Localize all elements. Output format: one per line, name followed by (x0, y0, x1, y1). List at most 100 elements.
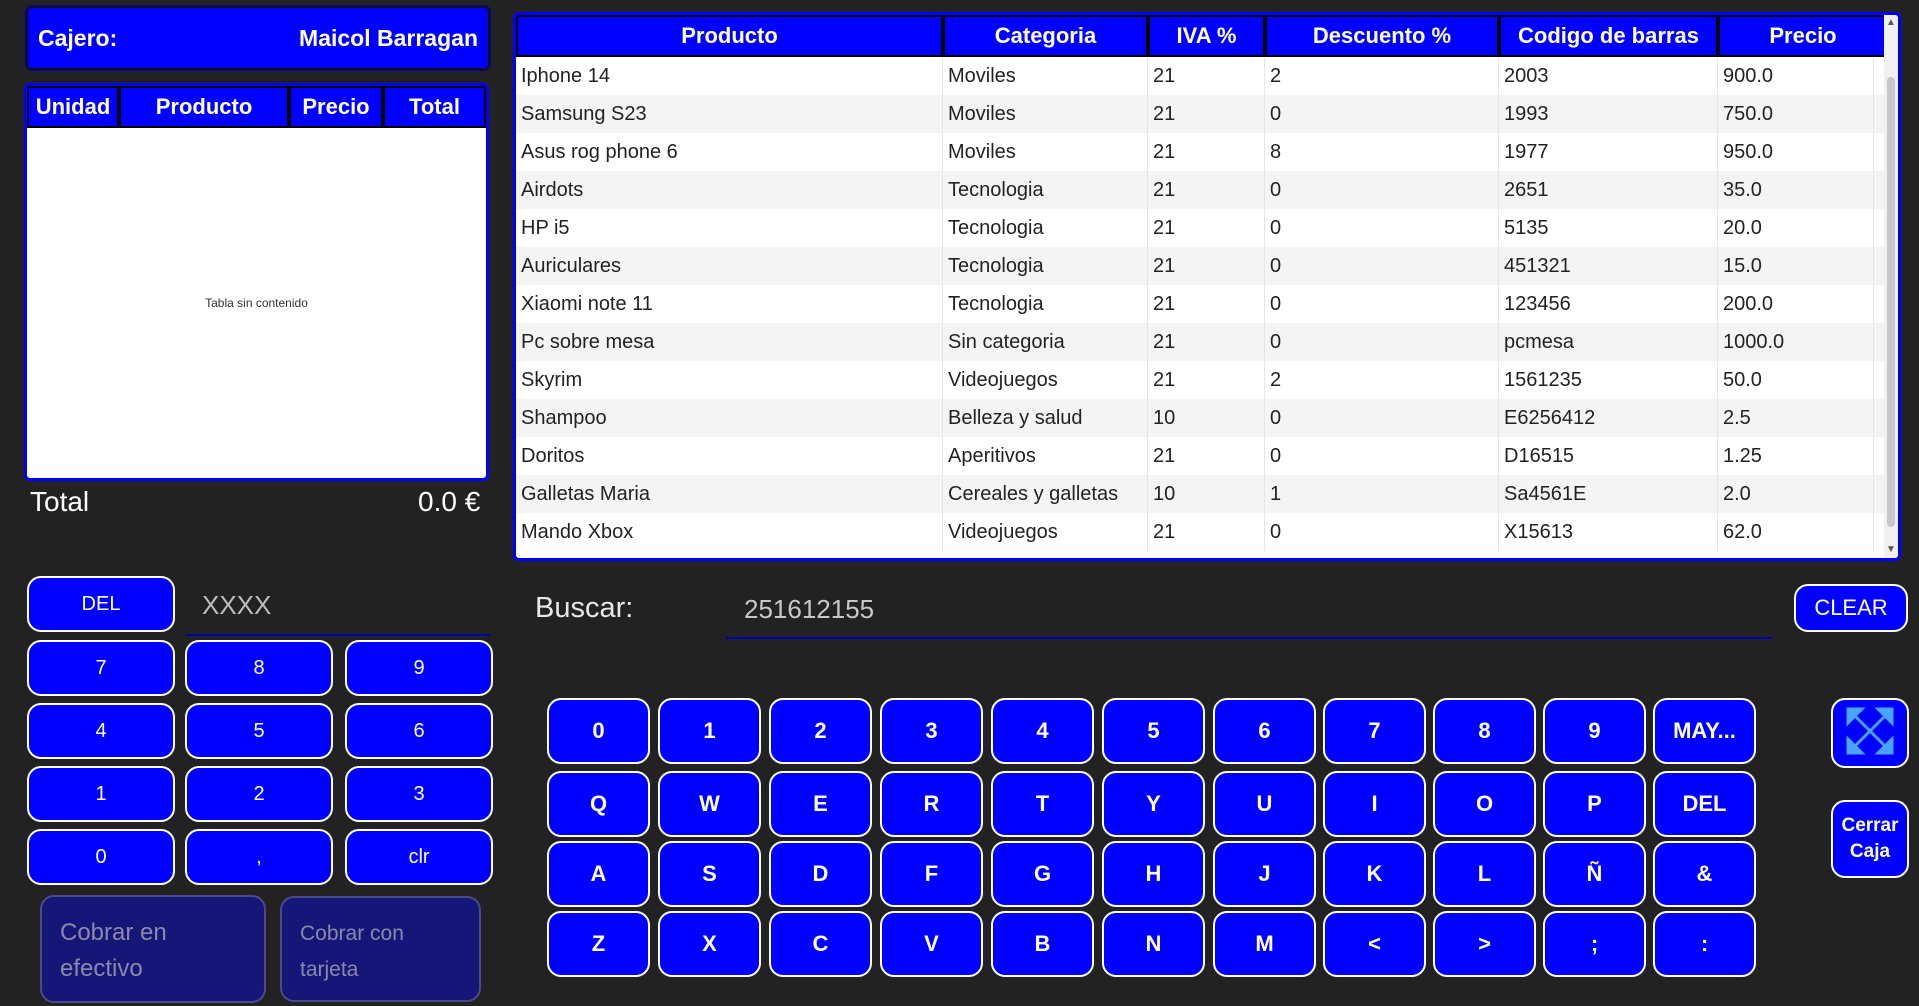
pay-card-button[interactable]: Cobrar con tarjeta (280, 896, 481, 1002)
table-row[interactable]: Auriculares Tecnologia 21 0 451321 15.0 (516, 247, 1898, 285)
numpad-key-3[interactable]: 3 (345, 766, 493, 822)
key-3-7[interactable]: < (1323, 911, 1426, 977)
key-0-7[interactable]: 7 (1323, 698, 1426, 764)
numpad-key-clr[interactable]: clr (345, 829, 493, 885)
fullscreen-button[interactable] (1831, 698, 1909, 768)
numpad-key-7[interactable]: 7 (27, 640, 175, 696)
key-3-9[interactable]: ; (1543, 911, 1646, 977)
table-row[interactable]: Asus rog phone 6 Moviles 21 8 1977 950.0 (516, 133, 1898, 171)
table-row[interactable]: HP i5 Tecnologia 21 0 5135 20.0 (516, 209, 1898, 247)
products-col-iva[interactable]: IVA % (1148, 15, 1265, 57)
key-0-5[interactable]: 5 (1102, 698, 1205, 764)
key-1-7[interactable]: I (1323, 771, 1426, 837)
cell-descuento: 0 (1265, 247, 1499, 285)
ticket-col-unidad[interactable]: Unidad (27, 86, 119, 128)
key-2-4[interactable]: G (991, 841, 1094, 907)
key-3-8[interactable]: > (1433, 911, 1536, 977)
numpad-del-button[interactable]: DEL (27, 576, 175, 632)
numpad-key-comma[interactable]: , (185, 829, 333, 885)
key-3-10[interactable]: : (1653, 911, 1756, 977)
key-1-10[interactable]: DEL (1653, 771, 1756, 837)
numpad-key-9[interactable]: 9 (345, 640, 493, 696)
key-1-6[interactable]: U (1213, 771, 1316, 837)
key-2-9[interactable]: Ñ (1543, 841, 1646, 907)
table-row[interactable]: Skyrim Videojuegos 21 2 1561235 50.0 (516, 361, 1898, 399)
ticket-col-total[interactable]: Total (383, 86, 486, 128)
scroll-up-icon[interactable]: ▲ (1885, 17, 1897, 29)
key-2-8[interactable]: L (1433, 841, 1536, 907)
cell-producto: Skyrim (516, 361, 943, 399)
clear-button[interactable]: CLEAR (1794, 584, 1908, 632)
key-2-5[interactable]: H (1102, 841, 1205, 907)
key-3-0[interactable]: Z (547, 911, 650, 977)
key-3-5[interactable]: N (1102, 911, 1205, 977)
cell-precio: 35.0 (1718, 171, 1874, 209)
key-1-5[interactable]: Y (1102, 771, 1205, 837)
products-scrollbar-thumb[interactable] (1887, 77, 1895, 527)
products-col-categoria[interactable]: Categoria (943, 15, 1148, 57)
cell-precio: 15.0 (1718, 247, 1874, 285)
numpad-key-2[interactable]: 2 (185, 766, 333, 822)
key-3-4[interactable]: B (991, 911, 1094, 977)
key-1-1[interactable]: W (658, 771, 761, 837)
products-col-codigo[interactable]: Codigo de barras (1499, 15, 1718, 57)
key-1-4[interactable]: T (991, 771, 1094, 837)
numpad-key-8[interactable]: 8 (185, 640, 333, 696)
key-2-3[interactable]: F (880, 841, 983, 907)
ticket-col-producto[interactable]: Producto (119, 86, 289, 128)
key-0-3[interactable]: 3 (880, 698, 983, 764)
table-row[interactable]: Iphone 14 Moviles 21 2 2003 900.0 (516, 57, 1898, 95)
key-0-8[interactable]: 8 (1433, 698, 1536, 764)
table-row[interactable]: Mando Xbox Videojuegos 21 0 X15613 62.0 (516, 513, 1898, 551)
key-2-7[interactable]: K (1323, 841, 1426, 907)
key-0-2[interactable]: 2 (769, 698, 872, 764)
ticket-table-header: Unidad Producto Precio Total (27, 86, 486, 128)
ticket-col-precio[interactable]: Precio (289, 86, 383, 128)
key-3-6[interactable]: M (1213, 911, 1316, 977)
table-row[interactable]: Doritos Aperitivos 21 0 D16515 1.25 (516, 437, 1898, 475)
key-3-3[interactable]: V (880, 911, 983, 977)
search-input[interactable] (726, 582, 1772, 639)
cell-categoria: Tecnologia (943, 247, 1148, 285)
products-col-producto[interactable]: Producto (516, 15, 943, 57)
numpad-key-6[interactable]: 6 (345, 703, 493, 759)
numpad-key-5[interactable]: 5 (185, 703, 333, 759)
key-0-0[interactable]: 0 (547, 698, 650, 764)
key-2-1[interactable]: S (658, 841, 761, 907)
numpad-input[interactable] (186, 576, 490, 636)
key-0-9[interactable]: 9 (1543, 698, 1646, 764)
table-row[interactable]: Galletas Maria Cereales y galletas 10 1 Sa45… (516, 475, 1898, 513)
key-2-0[interactable]: A (547, 841, 650, 907)
close-register-button[interactable]: Cerrar Caja (1831, 800, 1909, 878)
cell-descuento: 8 (1265, 133, 1499, 171)
key-0-1[interactable]: 1 (658, 698, 761, 764)
scroll-down-icon[interactable]: ▼ (1885, 544, 1897, 556)
table-row[interactable]: Xiaomi note 11 Tecnologia 21 0 123456 200.0 (516, 285, 1898, 323)
key-1-0[interactable]: Q (547, 771, 650, 837)
key-0-10[interactable]: MAY... (1653, 698, 1756, 764)
products-scrollbar[interactable]: ▲ ▼ (1884, 15, 1898, 558)
table-row[interactable]: Samsung S23 Moviles 21 0 1993 750.0 (516, 95, 1898, 133)
key-1-8[interactable]: O (1433, 771, 1536, 837)
key-3-1[interactable]: X (658, 911, 761, 977)
key-2-10[interactable]: & (1653, 841, 1756, 907)
products-col-descuento[interactable]: Descuento % (1265, 15, 1499, 57)
cell-descuento: 0 (1265, 209, 1499, 247)
pay-cash-button[interactable]: Cobrar en efectivo (40, 895, 266, 1003)
key-3-2[interactable]: C (769, 911, 872, 977)
table-row[interactable]: Airdots Tecnologia 21 0 2651 35.0 (516, 171, 1898, 209)
table-row[interactable]: Pc sobre mesa Sin categoria 21 0 pcmesa 1000.… (516, 323, 1898, 361)
key-1-3[interactable]: R (880, 771, 983, 837)
key-1-2[interactable]: E (769, 771, 872, 837)
cell-precio: 750.0 (1718, 95, 1874, 133)
key-1-9[interactable]: P (1543, 771, 1646, 837)
numpad-key-0[interactable]: 0 (27, 829, 175, 885)
key-2-6[interactable]: J (1213, 841, 1316, 907)
numpad-key-1[interactable]: 1 (27, 766, 175, 822)
key-0-6[interactable]: 6 (1213, 698, 1316, 764)
key-0-4[interactable]: 4 (991, 698, 1094, 764)
key-2-2[interactable]: D (769, 841, 872, 907)
products-col-precio[interactable]: Precio (1718, 15, 1888, 57)
table-row[interactable]: Shampoo Belleza y salud 10 0 E6256412 2.5 (516, 399, 1898, 437)
numpad-key-4[interactable]: 4 (27, 703, 175, 759)
